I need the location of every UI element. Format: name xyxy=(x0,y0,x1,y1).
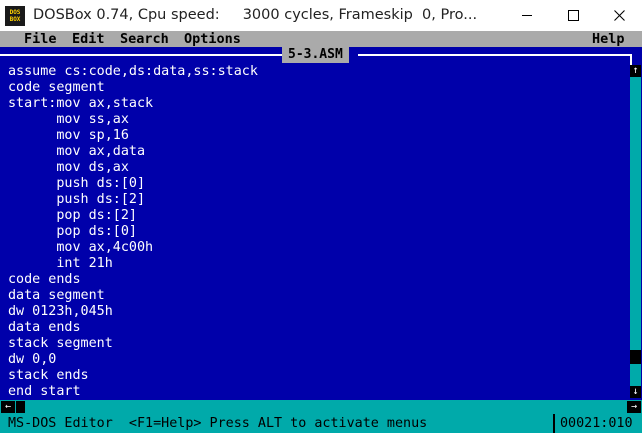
code-editor-text[interactable]: assume cs:code,ds:data,ss:stack code segm… xyxy=(8,64,258,400)
scroll-up-arrow-icon[interactable]: ↑ xyxy=(630,65,641,77)
code-line: data ends xyxy=(8,320,81,335)
code-line: stack segment xyxy=(8,336,113,351)
scroll-right-arrow-icon[interactable]: → xyxy=(627,401,641,413)
editor-frame-top-right xyxy=(358,54,630,56)
code-line: mov ax,data xyxy=(8,144,146,159)
status-divider xyxy=(553,414,555,433)
code-line: pop ds:[0] xyxy=(8,224,137,239)
code-line: push ds:[0] xyxy=(8,176,146,191)
status-text: MS-DOS Editor <F1=Help> Press ALT to act… xyxy=(8,416,428,431)
scroll-down-arrow-icon[interactable]: ↓ xyxy=(630,386,641,398)
cursor-position: 00021:010 xyxy=(560,416,633,431)
code-line: mov sp,16 xyxy=(8,128,129,143)
code-line: assume cs:code,ds:data,ss:stack xyxy=(8,64,258,79)
scroll-left-arrow-icon[interactable]: ← xyxy=(1,401,15,413)
editor-window[interactable]: 5-3.ASM assume cs:code,ds:data,ss:stack c… xyxy=(0,47,642,400)
code-line: push ds:[2] xyxy=(8,192,146,207)
code-line: mov ss,ax xyxy=(8,112,129,127)
horizontal-scrollbar[interactable]: ← → xyxy=(0,400,642,414)
code-line: mov ax,4c00h xyxy=(8,240,154,255)
window-titlebar[interactable]: DOS BOX DOSBox 0.74, Cpu speed: 3000 cycl… xyxy=(0,0,642,31)
close-icon xyxy=(613,10,625,21)
menu-edit[interactable]: Edit xyxy=(72,31,105,47)
file-name-title: 5-3.ASM xyxy=(282,47,349,63)
maximize-icon xyxy=(567,10,579,21)
code-line: dw 0123h,045h xyxy=(8,304,113,319)
status-bar: MS-DOS Editor <F1=Help> Press ALT to act… xyxy=(0,414,642,433)
maximize-button[interactable] xyxy=(550,0,596,31)
window-title: DOSBox 0.74, Cpu speed: 3000 cycles, Fra… xyxy=(33,7,478,23)
vertical-scrollbar[interactable]: ↑ ↓ xyxy=(630,65,641,398)
dos-screen: File Edit Search Options Help 5-3.ASM as… xyxy=(0,31,642,433)
vertical-scroll-thumb[interactable] xyxy=(630,350,641,364)
code-line: code segment xyxy=(8,80,105,95)
menu-bar: File Edit Search Options Help xyxy=(0,31,642,47)
editor-frame-top-left xyxy=(0,54,282,56)
minimize-icon xyxy=(522,15,532,16)
code-line: mov ds,ax xyxy=(8,160,129,175)
menu-options[interactable]: Options xyxy=(184,31,241,47)
editor-frame-corner xyxy=(630,54,632,65)
code-line: pop ds:[2] xyxy=(8,208,137,223)
horizontal-scroll-thumb[interactable] xyxy=(16,401,25,413)
code-line: start:mov ax,stack xyxy=(8,96,154,111)
code-line: data segment xyxy=(8,288,105,303)
close-button[interactable] xyxy=(596,0,642,31)
minimize-button[interactable] xyxy=(504,0,550,31)
code-line: int 21h xyxy=(8,256,113,271)
code-line: dw 0,0 xyxy=(8,352,57,367)
menu-search[interactable]: Search xyxy=(120,31,169,47)
menu-file[interactable]: File xyxy=(24,31,57,47)
code-line: code ends xyxy=(8,272,81,287)
menu-help[interactable]: Help xyxy=(592,31,625,47)
code-line: stack ends xyxy=(8,368,89,383)
code-line: end start xyxy=(8,384,81,399)
dosbox-app-icon[interactable]: DOS BOX xyxy=(5,6,25,26)
